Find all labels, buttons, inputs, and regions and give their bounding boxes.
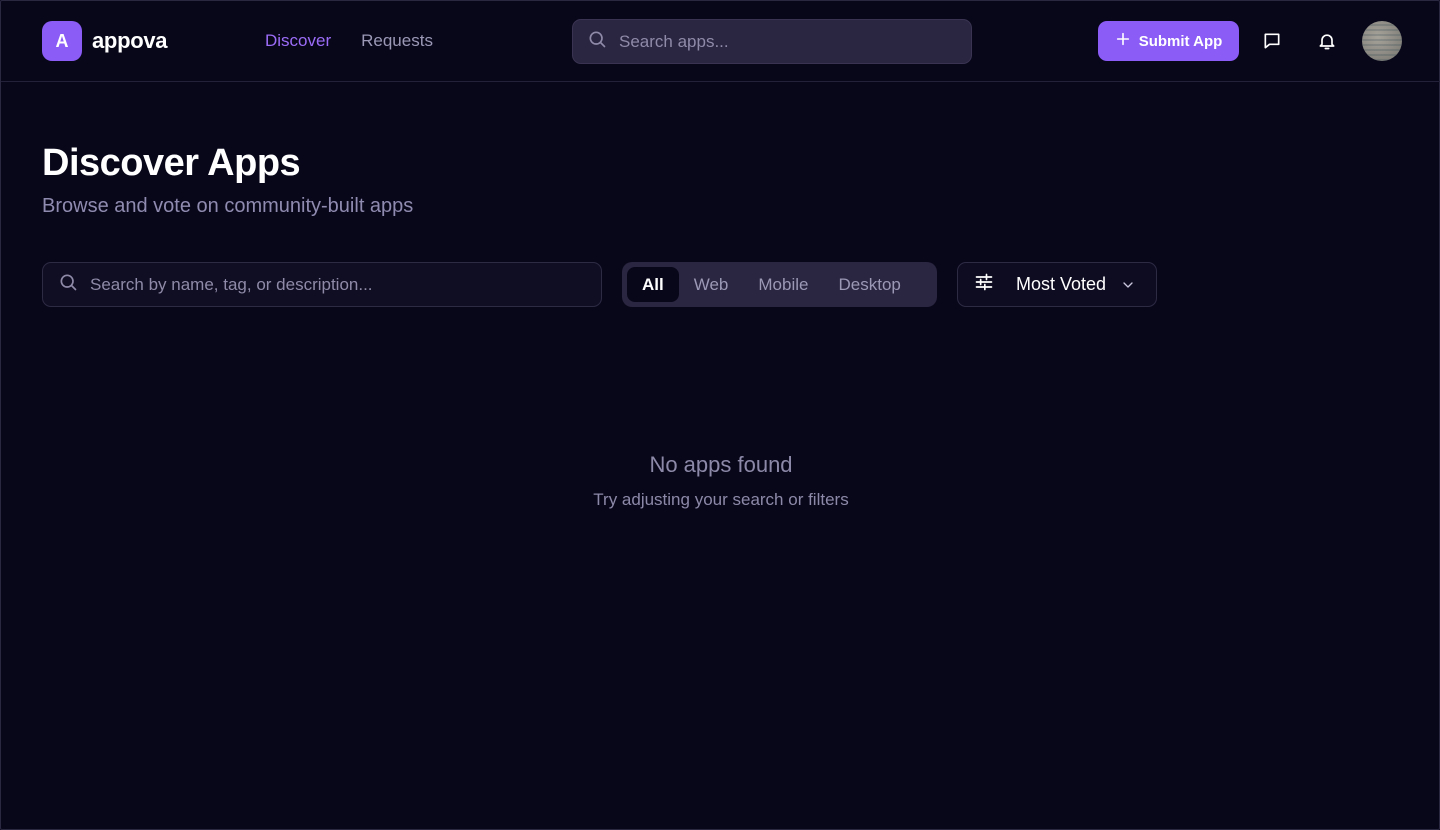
bell-icon[interactable] — [1314, 28, 1340, 54]
app-search[interactable] — [42, 262, 602, 307]
nav-discover[interactable]: Discover — [265, 31, 331, 51]
header-search[interactable] — [572, 19, 972, 64]
platform-tab-web[interactable]: Web — [679, 267, 744, 302]
platform-tab-mobile[interactable]: Mobile — [743, 267, 823, 302]
plus-icon — [1115, 31, 1131, 51]
message-icon[interactable] — [1259, 28, 1285, 54]
avatar[interactable] — [1362, 21, 1402, 61]
submit-app-label: Submit App — [1138, 32, 1223, 50]
header-search-input[interactable] — [619, 31, 939, 52]
logo-badge: A — [42, 21, 82, 61]
page-subtitle: Browse and vote on community-built apps — [42, 195, 414, 217]
logo-text: appova — [92, 28, 168, 53]
submit-app-button[interactable]: Submit App — [1098, 21, 1239, 61]
nav-requests[interactable]: Requests — [361, 31, 433, 51]
platform-tab-all[interactable]: All — [627, 267, 679, 302]
top-header: A appova Discover Requests Submit App — [1, 1, 1440, 82]
app-search-input[interactable] — [90, 274, 570, 295]
main-nav: Discover Requests — [265, 31, 433, 51]
sort-dropdown[interactable]: Most Voted — [957, 262, 1157, 307]
sort-label: Most Voted — [1016, 274, 1107, 294]
page-title: Discover Apps — [42, 142, 301, 184]
search-icon — [587, 29, 607, 54]
empty-state-title: No apps found — [649, 452, 793, 477]
empty-state-subtitle: Try adjusting your search or filters — [593, 490, 849, 509]
sliders-icon — [974, 272, 994, 297]
platform-tab-desktop[interactable]: Desktop — [823, 267, 915, 302]
chevron-down-icon — [1120, 277, 1136, 293]
logo[interactable]: A appova — [42, 21, 168, 61]
platform-filter: All Web Mobile Desktop — [622, 262, 937, 307]
app-window: A appova Discover Requests Submit App D — [0, 0, 1440, 830]
search-icon — [58, 272, 78, 297]
